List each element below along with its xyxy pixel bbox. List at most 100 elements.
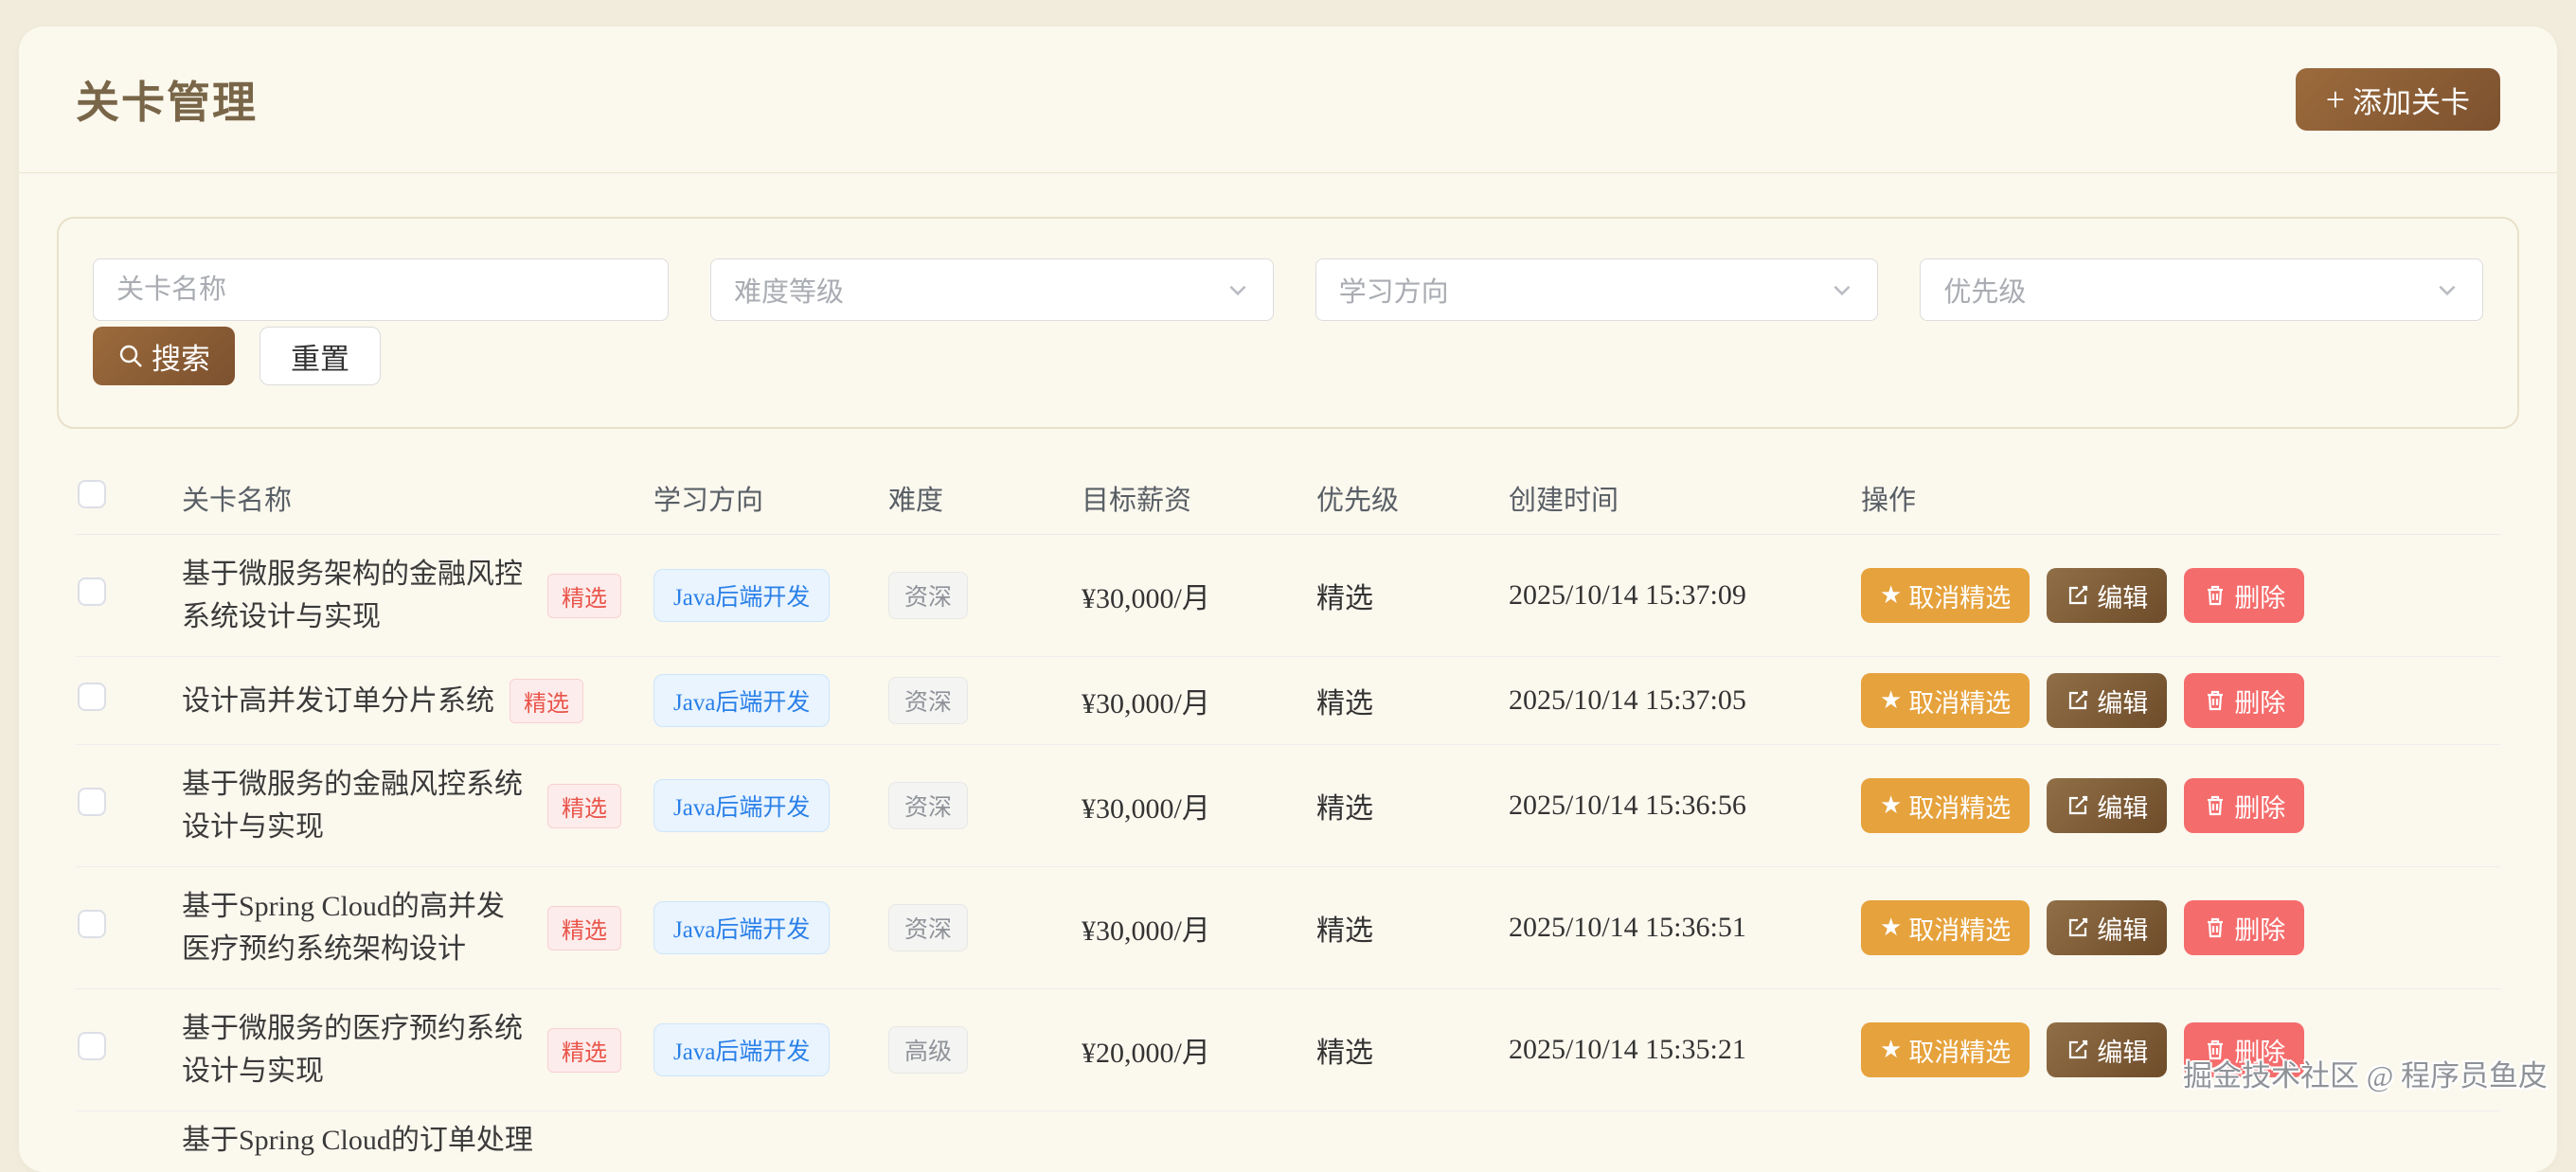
delete-button[interactable]: 删除 [2184,568,2304,623]
row-checkbox[interactable] [78,1032,106,1060]
direction-badge: Java后端开发 [653,901,830,954]
edit-button[interactable]: 编辑 [2047,1022,2167,1077]
priority-select-placeholder: 优先级 [1943,270,2026,310]
priority-text: 精选 [1316,907,1509,949]
table-row: 设计高并发订单分片系统 精选 Java后端开发 资深 ¥30,000/月 精选 … [76,657,2500,745]
unfeature-button[interactable]: ★ 取消精选 [1861,673,2030,728]
edit-icon [2066,688,2090,713]
priority-select[interactable]: 优先级 [1920,258,2483,321]
priority-text: 精选 [1316,1029,1509,1071]
delete-button-label: 删除 [2234,788,2285,825]
direction-badge: Java后端开发 [653,779,830,832]
level-name-cell: 基于Spring Cloud的高并发医疗预约系统架构设计 精选 [182,885,653,970]
featured-badge: 精选 [547,906,621,950]
difficulty-select-placeholder: 难度等级 [734,270,844,310]
direction-select-placeholder: 学习方向 [1339,270,1449,310]
table-row: 基于微服务架构的金融风控系统设计与实现 精选 Java后端开发 资深 ¥30,0… [76,535,2500,657]
level-name: 设计高并发订单分片系统 [182,680,494,722]
delete-button[interactable]: 删除 [2184,778,2304,833]
level-name-cell: 基于微服务的医疗预约系统设计与实现 精选 [182,1007,653,1092]
level-name: 基于Spring Cloud的订单处理 [182,1119,653,1162]
level-name-cell: 基于微服务架构的金融风控系统设计与实现 精选 [182,553,653,638]
featured-badge: 精选 [510,679,583,723]
reset-button[interactable]: 重置 [259,327,381,385]
edit-icon [2066,915,2090,940]
partial-table-row: 基于Spring Cloud的订单处理 [76,1111,2500,1162]
unfeature-button-label: 取消精选 [1908,577,2011,614]
edit-button[interactable]: 编辑 [2047,900,2167,955]
difficulty-badge: 高级 [888,1026,968,1074]
header-level-name: 关卡名称 [182,478,653,518]
featured-badge: 精选 [547,574,621,618]
level-name-cell: 设计高并发订单分片系统 精选 [182,679,653,723]
unfeature-button[interactable]: ★ 取消精选 [1861,568,2030,623]
plus-icon: + [2326,82,2345,116]
difficulty-badge: 资深 [888,677,968,724]
direction-select[interactable]: 学习方向 [1315,258,1879,321]
created-time: 2025/10/14 15:35:21 [1509,1034,1861,1066]
unfeature-button[interactable]: ★ 取消精选 [1861,1022,2030,1077]
row-checkbox[interactable] [78,577,106,606]
unfeature-button-label: 取消精选 [1908,910,2011,947]
edit-button[interactable]: 编辑 [2047,778,2167,833]
row-checkbox[interactable] [78,788,106,816]
header-priority: 优先级 [1316,478,1509,518]
edit-button[interactable]: 编辑 [2047,673,2167,728]
priority-text: 精选 [1316,680,1509,721]
table-body: 基于微服务架构的金融风控系统设计与实现 精选 Java后端开发 资深 ¥30,0… [76,535,2500,1111]
edit-button-label: 编辑 [2097,683,2148,719]
unfeature-button-label: 取消精选 [1908,683,2011,719]
difficulty-select[interactable]: 难度等级 [710,258,1274,321]
direction-badge: Java后端开发 [653,569,830,622]
chevron-down-icon [1225,277,1250,302]
created-time: 2025/10/14 15:36:51 [1509,912,1861,944]
delete-button[interactable]: 删除 [2184,900,2304,955]
delete-button[interactable]: 删除 [2184,673,2304,728]
trash-icon [2203,793,2227,818]
star-icon: ★ [1880,688,1902,713]
chevron-down-icon [1830,277,1854,302]
search-button[interactable]: 搜索 [93,327,235,385]
header-created: 创建时间 [1509,478,1861,518]
level-name: 基于微服务的医疗预约系统设计与实现 [182,1007,532,1092]
level-name-cell: 基于微服务的金融风控系统设计与实现 精选 [182,763,653,848]
direction-badge: Java后端开发 [653,674,830,727]
salary-text: ¥30,000/月 [1082,680,1316,721]
priority-text: 精选 [1316,785,1509,826]
direction-badge: Java后端开发 [653,1023,830,1076]
delete-button[interactable]: 删除 [2184,1022,2304,1077]
row-checkbox[interactable] [78,683,106,711]
star-icon: ★ [1880,915,1902,940]
levels-table: 关卡名称 学习方向 难度 目标薪资 优先级 创建时间 操作 基于微服务架构的金融… [76,461,2500,1162]
row-checkbox[interactable] [78,910,106,938]
difficulty-badge: 资深 [888,904,968,951]
level-name-input[interactable] [93,258,669,321]
unfeature-button[interactable]: ★ 取消精选 [1861,778,2030,833]
featured-badge: 精选 [547,1028,621,1073]
unfeature-button-label: 取消精选 [1908,1032,2011,1069]
card-header: 关卡管理 + 添加关卡 [19,27,2557,173]
edit-icon [2066,583,2090,608]
level-management-card: 关卡管理 + 添加关卡 难度等级 学习方向 优先级 [19,27,2557,1172]
add-level-button-label: 添加关卡 [2352,79,2470,121]
delete-button-label: 删除 [2234,1032,2285,1069]
trash-icon [2203,915,2227,940]
delete-button-label: 删除 [2234,683,2285,719]
select-all-checkbox[interactable] [78,480,106,508]
star-icon: ★ [1880,793,1902,818]
unfeature-button-label: 取消精选 [1908,788,2011,825]
add-level-button[interactable]: + 添加关卡 [2296,68,2500,131]
edit-button[interactable]: 编辑 [2047,568,2167,623]
header-actions: 操作 [1861,478,2500,518]
trash-icon [2203,1038,2227,1062]
level-name: 基于微服务架构的金融风控系统设计与实现 [182,553,532,638]
salary-text: ¥30,000/月 [1082,575,1316,616]
unfeature-button[interactable]: ★ 取消精选 [1861,900,2030,955]
created-time: 2025/10/14 15:37:09 [1509,579,1861,612]
priority-text: 精选 [1316,575,1509,616]
salary-text: ¥30,000/月 [1082,907,1316,949]
header-difficulty: 难度 [888,478,1082,518]
table-header-row: 关卡名称 学习方向 难度 目标薪资 优先级 创建时间 操作 [76,461,2500,535]
edit-button-label: 编辑 [2097,788,2148,825]
difficulty-badge: 资深 [888,782,968,829]
